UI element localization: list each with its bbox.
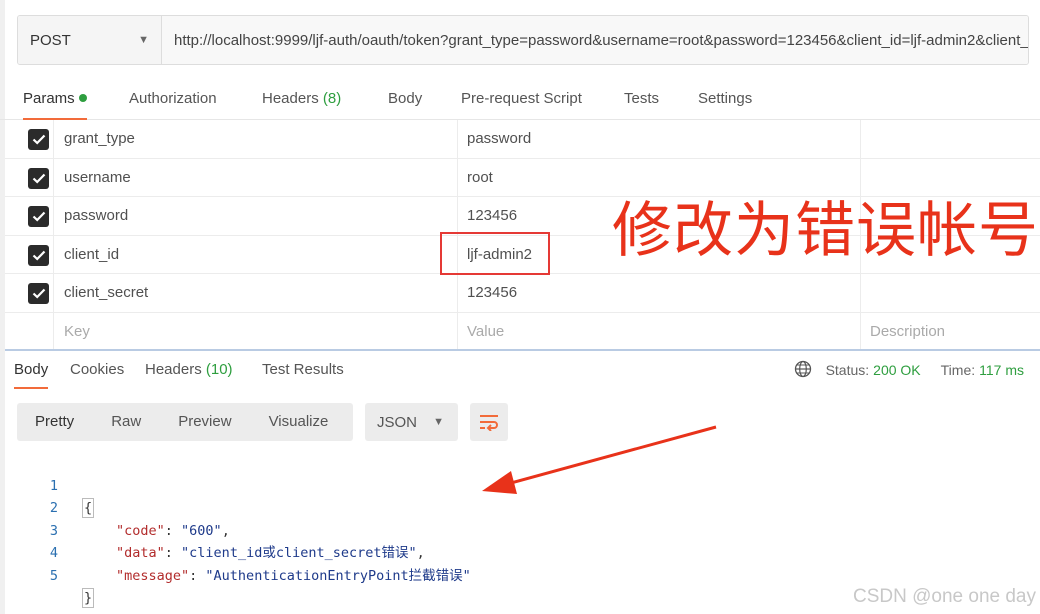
pretty-button[interactable]: Pretty [17, 403, 74, 441]
tab-headers-count: (8) [322, 90, 342, 107]
code-line: 1 { [30, 452, 95, 518]
tab-settings[interactable]: Settings [698, 80, 752, 120]
time-value[interactable]: 117 ms [979, 362, 1024, 378]
resp-tab-headers-count: (10) [205, 361, 233, 378]
time-label: Time: [940, 362, 976, 378]
resp-tab-cookies[interactable]: Cookies [70, 351, 124, 389]
json-key: "message" [116, 567, 190, 584]
language-select[interactable]: JSON ▼ [365, 403, 458, 441]
param-value[interactable]: root [467, 159, 493, 197]
param-key[interactable]: client_secret [64, 274, 148, 312]
column-divider [457, 158, 458, 196]
tab-prerequest-script[interactable]: Pre-request Script [461, 80, 582, 120]
wrap-lines-button[interactable] [470, 403, 508, 441]
status-value[interactable]: 200 OK [873, 362, 920, 378]
column-divider [457, 274, 458, 312]
code-line: 2 "code": "600", [30, 475, 230, 539]
language-label: JSON [377, 413, 418, 431]
resp-tab-headers-label: Headers [145, 361, 202, 378]
json-key: "data" [116, 545, 165, 561]
param-key[interactable]: grant_type [64, 120, 135, 158]
param-value[interactable]: 123456 [467, 197, 517, 235]
json-trail: , [221, 522, 230, 539]
check-icon [32, 134, 45, 145]
tab-tests[interactable]: Tests [624, 80, 659, 120]
brace-open: { [82, 498, 95, 518]
column-divider [860, 274, 861, 312]
param-value[interactable]: 123456 [467, 274, 517, 312]
column-divider [457, 312, 458, 351]
column-divider [860, 312, 861, 351]
response-body-code[interactable]: 1 { 2 "code": "600", 3 "data": "client_i… [30, 452, 471, 608]
code-line: 3 "data": "client_id或client_secret错误", [30, 497, 425, 562]
check-icon [32, 288, 45, 299]
tab-headers-label: Headers [262, 90, 319, 107]
param-value[interactable]: password [467, 120, 531, 158]
column-divider [860, 120, 861, 158]
active-dot-icon [78, 94, 87, 103]
param-key[interactable]: username [64, 159, 131, 197]
json-value: "AuthenticationEntryPoint拦截错误" [205, 567, 471, 584]
checkbox-checked[interactable] [28, 167, 49, 189]
checkbox-checked[interactable] [28, 283, 49, 304]
resp-tab-test-results[interactable]: Test Results [262, 351, 344, 389]
tab-authorization[interactable]: Authorization [129, 80, 217, 120]
check-icon [32, 173, 45, 184]
request-tabs: Params Authorization Headers (8) Body Pr… [0, 80, 1040, 120]
format-toggle-group: Pretty Raw Preview Visualize [17, 403, 353, 441]
request-bar: POST ▼ http://localhost:9999/ljf-auth/oa… [17, 15, 1029, 65]
chevron-down-icon: ▼ [138, 34, 149, 46]
check-icon [32, 211, 45, 222]
param-description-placeholder[interactable]: Description [870, 313, 945, 351]
response-status: Status: 200 OK Time: 117 ms [794, 351, 1024, 389]
param-key[interactable]: client_id [64, 236, 119, 274]
param-row: client_secret 123456 [5, 274, 1040, 313]
json-value: "client_id或client_secret错误" [181, 545, 417, 561]
globe-icon[interactable] [794, 360, 812, 381]
param-row: grant_type password [5, 120, 1040, 159]
param-key[interactable]: password [64, 197, 128, 235]
url-input[interactable]: http://localhost:9999/ljf-auth/oauth/tok… [162, 16, 1028, 64]
response-tabs: Body Cookies Headers (10) Test Results S… [0, 351, 1040, 391]
check-icon [32, 250, 45, 261]
tab-headers[interactable]: Headers (8) [262, 80, 341, 120]
code-line: 5 } [30, 542, 95, 608]
line-number: 5 [49, 567, 58, 584]
json-key: "code" [116, 522, 165, 539]
checkbox-checked[interactable] [28, 129, 49, 150]
tab-params-label: Params [23, 90, 75, 107]
annotation-text: 修改为错误帐号 [612, 196, 1039, 266]
wrap-lines-icon [480, 415, 498, 431]
checkbox-cell [5, 312, 54, 351]
code-line: 4 "message": "AuthenticationEntryPoint拦截… [30, 520, 471, 584]
highlight-box [440, 232, 550, 275]
tab-params[interactable]: Params [23, 80, 87, 120]
json-value: "600" [181, 522, 222, 539]
method-label: POST [30, 31, 71, 49]
tab-body[interactable]: Body [388, 80, 422, 120]
param-value-placeholder[interactable]: Value [467, 313, 504, 351]
json-trail: , [416, 545, 425, 561]
checkbox-checked[interactable] [28, 206, 49, 227]
method-select[interactable]: POST ▼ [18, 16, 162, 64]
chevron-down-icon: ▼ [433, 416, 444, 428]
column-divider [457, 120, 458, 158]
param-key-placeholder[interactable]: Key [64, 313, 90, 351]
raw-button[interactable]: Raw [74, 403, 141, 441]
status-label: Status: [825, 362, 870, 378]
brace-close: } [82, 588, 95, 608]
param-row-empty: Key Value Description [5, 312, 1040, 351]
column-divider [457, 197, 458, 235]
visualize-button[interactable]: Visualize [232, 403, 329, 441]
preview-button[interactable]: Preview [141, 403, 231, 441]
watermark: CSDN @one one day [853, 586, 1036, 607]
resp-tab-headers[interactable]: Headers (10) [145, 351, 233, 389]
checkbox-checked[interactable] [28, 244, 49, 266]
resp-tab-body[interactable]: Body [14, 351, 49, 389]
